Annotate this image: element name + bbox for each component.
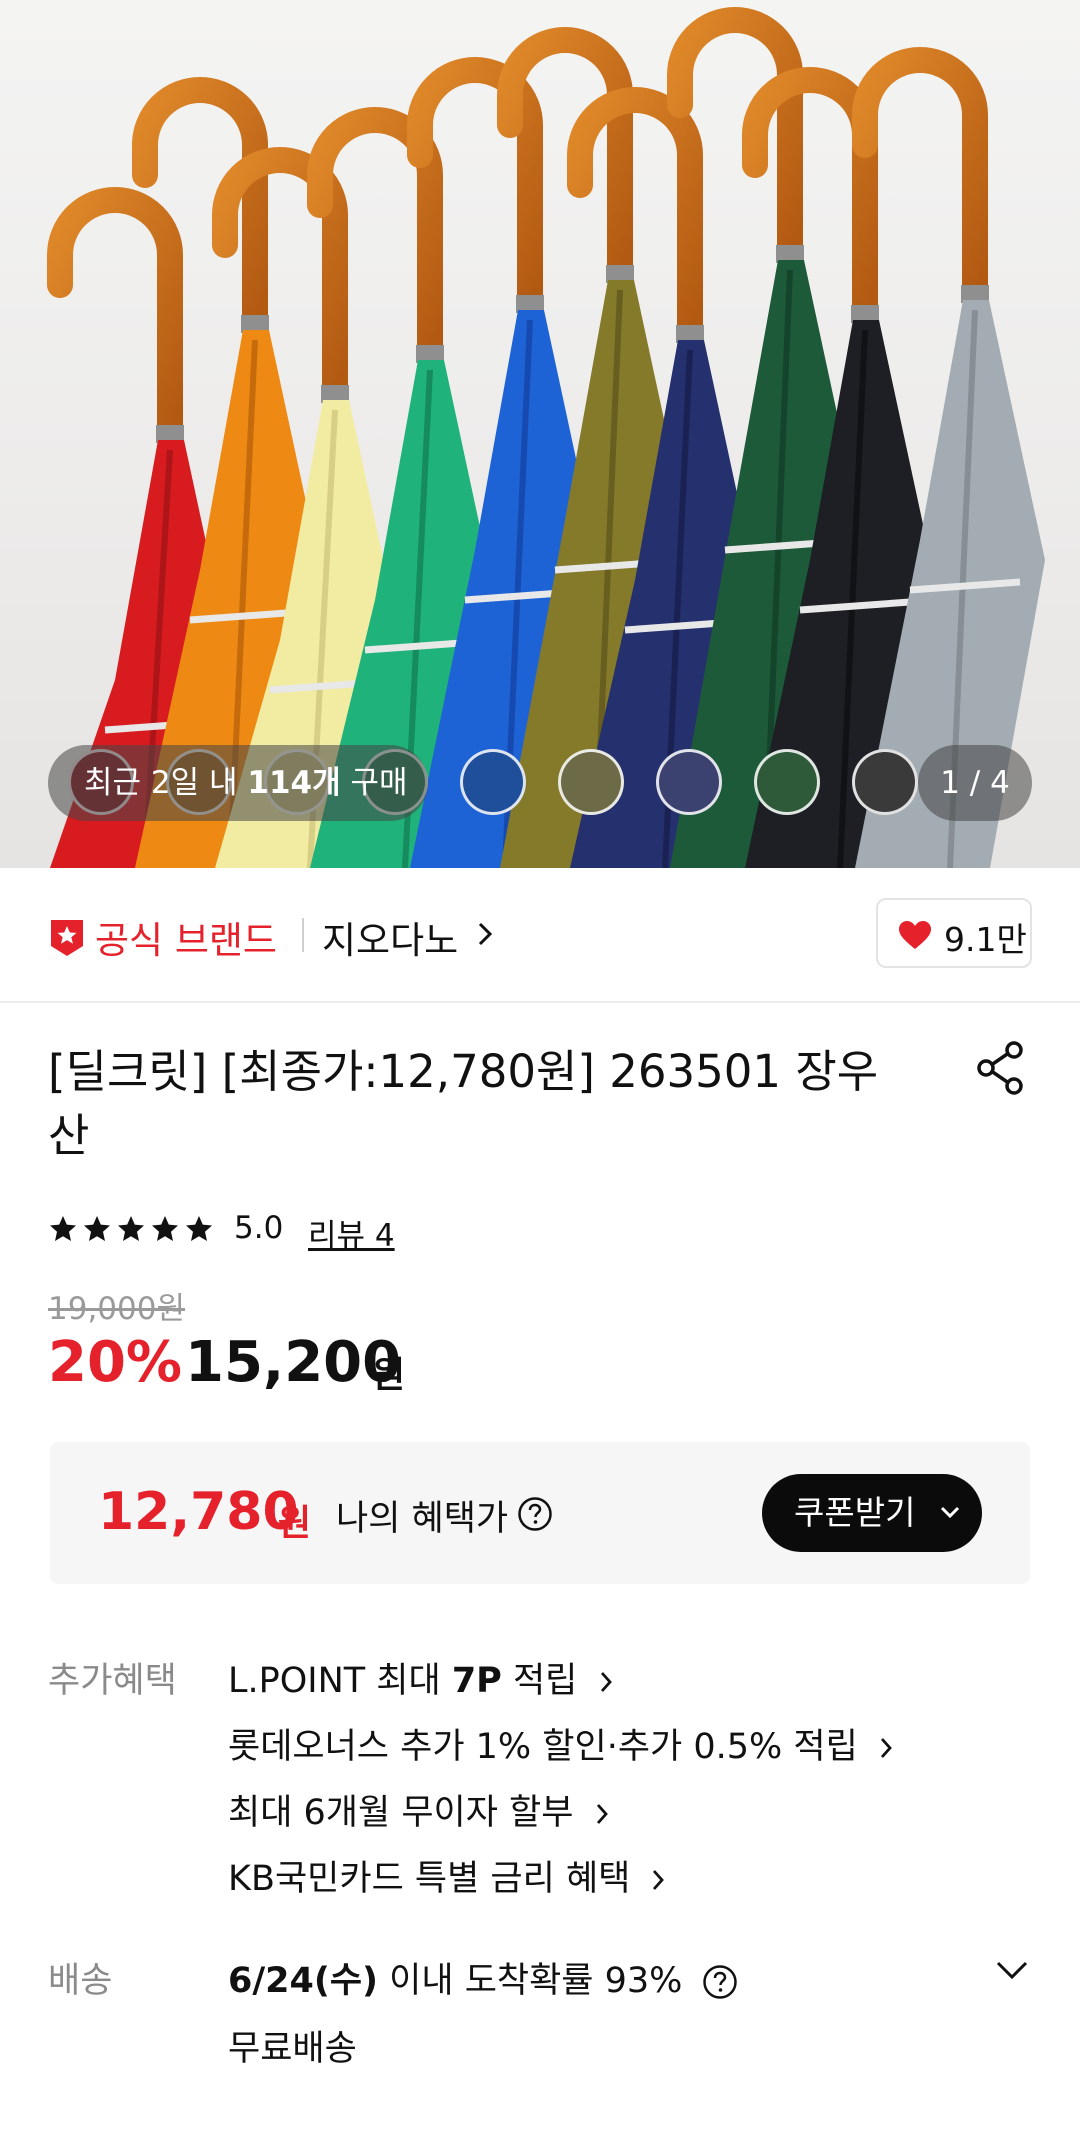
- chevron-down-icon: [940, 1506, 960, 1519]
- purchase-prefix: 최근 2일 내: [84, 765, 248, 801]
- purchase-count: 114개: [247, 765, 341, 801]
- benefit-bold-text: 7P: [451, 1661, 502, 1701]
- brand-row: 공식 브랜드 지오다노 9.1만: [0, 868, 1080, 1002]
- benefit-price: 12,780: [98, 1482, 299, 1542]
- color-swatch[interactable]: [852, 749, 918, 815]
- delivery-label: 배송: [48, 1961, 113, 2001]
- share-icon[interactable]: [974, 1040, 1030, 1096]
- umbrella-product-photo: [47, 7, 1045, 868]
- star-icon: [152, 1216, 178, 1241]
- benefit-item-lotte-owners[interactable]: 롯데오너스 추가 1% 할인·추가 0.5% 적립: [228, 1718, 893, 1769]
- help-icon[interactable]: [517, 1496, 553, 1532]
- rating-value: 5.0: [234, 1210, 284, 1246]
- section-divider: [0, 1001, 1080, 1003]
- star-icon: [118, 1216, 144, 1241]
- delivery-probability: 이내 도착확률 93%: [378, 1961, 683, 2001]
- star-icon: [50, 1216, 76, 1241]
- coupon-button-label: 쿠폰받기: [794, 1493, 916, 1532]
- heart-icon: [899, 921, 931, 949]
- benefit-item-installment[interactable]: 최대 6개월 무이자 할부: [228, 1784, 609, 1835]
- chevron-right-icon: [596, 1804, 608, 1824]
- image-counter: 1 / 4: [918, 745, 1032, 821]
- purchase-suffix: 구매: [340, 765, 408, 801]
- star-icon: [84, 1216, 110, 1241]
- wishlist-button[interactable]: 9.1만: [876, 898, 1032, 968]
- chevron-right-icon: [653, 1870, 665, 1890]
- benefit-text: 적립: [501, 1661, 578, 1701]
- chevron-down-icon[interactable]: [994, 1958, 1030, 1982]
- color-swatch[interactable]: [460, 749, 526, 815]
- color-swatch[interactable]: [754, 749, 820, 815]
- benefit-text: L.POINT 최대: [228, 1661, 452, 1701]
- review-link[interactable]: 리뷰 4: [308, 1210, 395, 1255]
- chevron-right-icon: [600, 1672, 612, 1692]
- free-shipping-text: 무료배송: [228, 2029, 357, 2069]
- official-brand-badge-icon: [51, 920, 83, 956]
- sale-price: 15,200: [185, 1330, 402, 1395]
- chevron-right-icon: [880, 1738, 892, 1758]
- extra-benefits-label: 추가혜택: [48, 1661, 177, 1701]
- benefit-price-unit: 원: [278, 1503, 312, 1544]
- help-icon[interactable]: [702, 1964, 738, 2000]
- benefit-item-lpoint[interactable]: L.POINT 최대 7P 적립: [228, 1652, 613, 1703]
- brand-divider: [302, 918, 304, 952]
- discount-rate: 20%: [48, 1330, 183, 1395]
- like-count: 9.1만: [944, 920, 1027, 959]
- benefit-text: KB국민카드 특별 금리 혜택: [228, 1859, 631, 1899]
- benefit-label: 나의 혜택가: [336, 1499, 509, 1539]
- star-icon: [186, 1216, 212, 1241]
- color-swatch[interactable]: [656, 749, 722, 815]
- color-swatch[interactable]: [558, 749, 624, 815]
- coupon-button[interactable]: 쿠폰받기: [762, 1474, 982, 1552]
- price-unit: 원: [372, 1355, 406, 1396]
- delivery-date: 6/24(수): [228, 1961, 379, 2001]
- my-benefit-box: 12,780 원 나의 혜택가 쿠폰받기: [50, 1442, 1030, 1584]
- delivery-estimate: 6/24(수) 이내 도착확률 93%: [228, 1952, 738, 2003]
- benefit-item-kb-card[interactable]: KB국민카드 특별 금리 혜택: [228, 1850, 665, 1901]
- official-brand-label: 공식 브랜드: [95, 919, 277, 962]
- original-price: 19,000원: [48, 1291, 185, 1327]
- recent-purchase-badge: 최근 2일 내 114개 구매: [48, 745, 428, 821]
- chevron-right-icon[interactable]: [476, 920, 494, 948]
- benefit-text: 최대 6개월 무이자 할부: [228, 1793, 574, 1833]
- product-image-carousel[interactable]: 최근 2일 내 114개 구매 1 / 4: [0, 0, 1080, 868]
- product-title: [딜크릿] [최종가:12,780원] 263501 장우산: [48, 1045, 879, 1162]
- benefit-text: 롯데오너스 추가 1% 할인·추가 0.5% 적립: [228, 1727, 858, 1767]
- brand-name-link[interactable]: 지오다노: [322, 910, 458, 964]
